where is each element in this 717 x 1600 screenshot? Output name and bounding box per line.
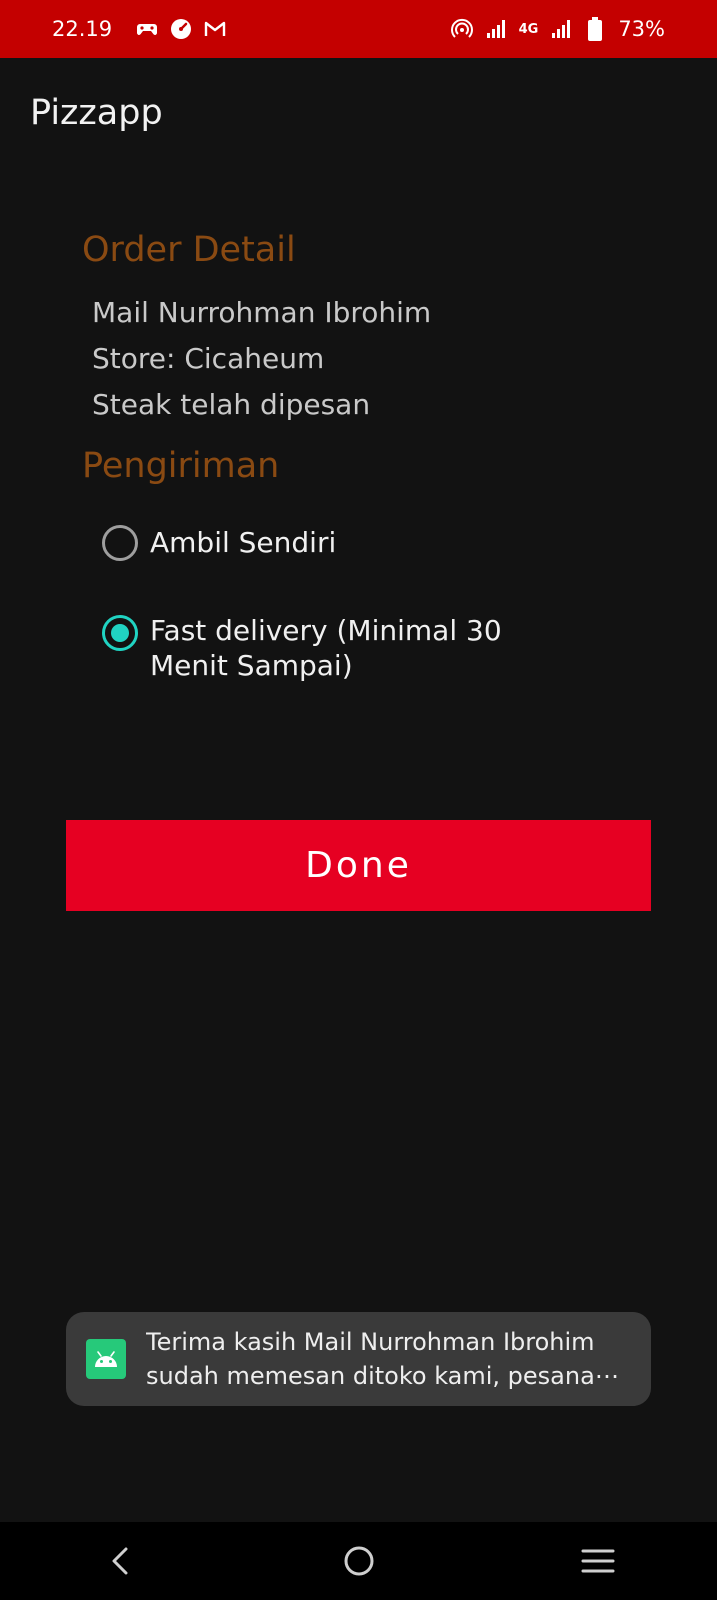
game-controller-icon — [136, 18, 158, 40]
battery-icon — [584, 17, 606, 41]
status-left: 22.19 — [52, 17, 226, 41]
back-icon[interactable] — [90, 1531, 150, 1591]
toast-message: Terima kasih Mail Nurrohman Ibrohim suda… — [66, 1312, 651, 1406]
gmail-icon — [204, 18, 226, 40]
store-name: Store: Cicaheum — [92, 342, 325, 375]
status-bar: 22.19 4G 73% — [0, 0, 717, 58]
radio-label-fast-delivery: Fast delivery (Minimal 30 Menit Sampai) — [150, 614, 502, 682]
done-button[interactable]: Done — [66, 820, 651, 911]
toast-text: Terima kasih Mail Nurrohman Ibrohim suda… — [146, 1325, 636, 1393]
speed-icon — [170, 18, 192, 40]
order-item: Steak telah dipesan — [92, 388, 371, 421]
radio-option-pickup[interactable]: Ambil Sendiri — [102, 525, 510, 561]
network-type: 4G — [518, 21, 539, 37]
radio-option-fast-delivery[interactable]: Fast delivery (Minimal 30 Menit Sampai) — [102, 613, 510, 683]
app-title: Pizzapp — [30, 93, 163, 133]
customer-name: Mail Nurrohman Ibrohim — [92, 296, 432, 329]
toast-line-2: sudah memesan ditoko kami, pesana⋯ — [146, 1362, 619, 1390]
radio-button-unchecked[interactable] — [102, 525, 138, 561]
radio-button-checked[interactable] — [102, 615, 138, 651]
toast-line-1: Terima kasih Mail Nurrohman Ibrohim — [146, 1328, 595, 1356]
navigation-bar — [0, 1522, 717, 1600]
signal-icon — [485, 18, 507, 40]
radio-label-pickup: Ambil Sendiri — [150, 526, 337, 559]
app-bar: Pizzapp — [0, 58, 717, 168]
order-detail-heading: Order Detail — [82, 230, 296, 270]
home-icon[interactable] — [329, 1531, 389, 1591]
hotspot-icon — [450, 18, 473, 40]
shipping-heading: Pengiriman — [82, 446, 280, 486]
status-right: 4G 73% — [450, 17, 665, 41]
battery-percentage: 73% — [618, 17, 665, 41]
status-time: 22.19 — [52, 17, 113, 41]
android-icon — [86, 1339, 126, 1379]
recents-icon[interactable] — [568, 1531, 628, 1591]
signal-icon — [550, 18, 572, 40]
